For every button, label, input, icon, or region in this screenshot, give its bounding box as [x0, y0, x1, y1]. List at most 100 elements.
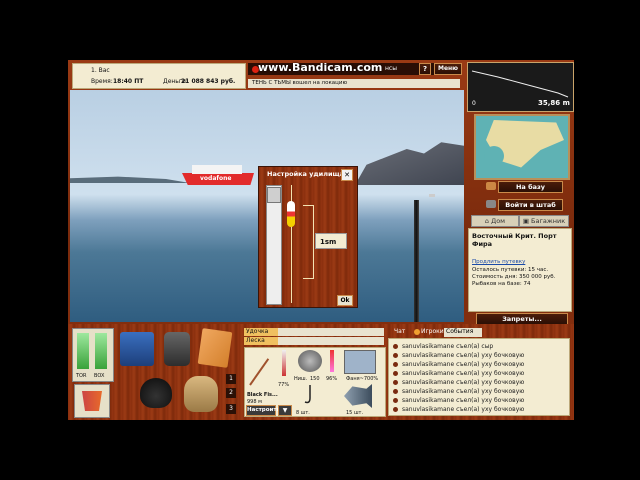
help-button[interactable]: ?: [419, 63, 431, 75]
slot-number-1[interactable]: 1: [226, 374, 236, 384]
depth-bracket: [303, 205, 314, 279]
menu-button[interactable]: Меню: [434, 63, 462, 75]
luggage-tab-label: Багажник: [531, 217, 566, 225]
to-base-button[interactable]: На базу: [498, 181, 563, 193]
event-icon: [393, 353, 398, 358]
bandicam-watermark: www.Bandicam.com: [258, 61, 383, 74]
depth-value-box: 1sm: [315, 233, 347, 249]
tab-home[interactable]: ⌂ Дом: [471, 215, 519, 227]
money-value: 21 088 843 руб.: [181, 78, 236, 85]
status-bars: TOR BOX: [72, 328, 114, 382]
event-icon: [393, 389, 398, 394]
chat-row-text: sanuvlasikamane съел(а) уху бочковую: [402, 397, 525, 404]
event-icon: [393, 344, 398, 349]
chat-tabs: Чат Игроки События: [388, 328, 572, 337]
chat-row: sanuvlasikamane съел(а) сыр: [393, 342, 565, 351]
rod-wear-bar: [282, 350, 286, 376]
chat-row-text: sanuvlasikamane съел(а) уху бочковую: [402, 379, 525, 386]
enter-hq-label: Войти в штаб: [505, 201, 556, 209]
dialog-title: Настройка удилища: [267, 170, 345, 178]
line-progress-bar: [278, 337, 384, 345]
setup-button[interactable]: Настроить: [246, 405, 280, 416]
slot-number-3[interactable]: 3: [226, 404, 236, 414]
event-icon: [393, 407, 398, 412]
depth-value: 35,86 m: [538, 99, 570, 107]
float-bobber-icon: [287, 201, 295, 227]
fishers-count: Рыбаков на базе: 74: [472, 281, 531, 287]
island-cliffs: [355, 142, 464, 185]
chat-row-text: sanuvlasikamane съел(а) сыр: [402, 343, 494, 350]
backpack-icon[interactable]: [164, 332, 190, 366]
reel-wear-bar: [330, 350, 334, 372]
tab-rod[interactable]: Удочка: [244, 328, 278, 336]
chat-row: sanuvlasikamane съел(а) уху бочковую: [393, 396, 565, 405]
chat-row-text: sanuvlasikamane съел(а) уху бочковую: [402, 388, 525, 395]
to-base-label: На базу: [515, 183, 546, 191]
map-lagoon: [484, 146, 504, 166]
chat-row: sanuvlasikamane съел(а) уху бочковую: [393, 351, 565, 360]
reel-label: Ниш.: [294, 376, 308, 382]
location-map[interactable]: [474, 114, 570, 180]
chat-log[interactable]: sanuvlasikamane съел(а) сыр sanuvlasikam…: [388, 338, 570, 416]
hq-small-icon: [486, 200, 496, 208]
rod-name: Black Fis...: [247, 392, 278, 398]
players-icon: [414, 329, 420, 335]
float-settings-dialog: Настройка удилища ✕ 1sm Ok: [258, 166, 358, 308]
home-tab-label: Дом: [491, 217, 506, 225]
chat-row: sanuvlasikamane съел(а) уху бочковую: [393, 387, 565, 396]
ferry-boat: vodafone: [182, 165, 254, 187]
depth-chart: 0 35,86 m: [467, 62, 574, 112]
rod-progress-bar: [278, 328, 384, 336]
bucket-icon[interactable]: [74, 384, 110, 418]
extend-permit-link[interactable]: Продлить путевку: [472, 259, 525, 265]
tab-events[interactable]: События: [444, 328, 482, 337]
hunger-bar: [77, 333, 89, 369]
event-icon: [393, 371, 398, 376]
enter-hq-button[interactable]: Войти в штаб: [498, 199, 563, 211]
rod-icon[interactable]: [249, 350, 274, 388]
slot-number-2[interactable]: 2: [226, 388, 236, 398]
cooking-pot-icon[interactable]: [140, 378, 172, 408]
notebook-icon[interactable]: [197, 328, 233, 368]
map-small-icon: [486, 182, 496, 190]
dialog-close-button[interactable]: ✕: [341, 169, 353, 181]
location-info: Восточный Крит. Порт Фира Продлить путев…: [468, 228, 572, 312]
player-info-box: 1. Вас Время: 18:40 ПТ Деньги: 21 088 84…: [72, 63, 246, 89]
chat-row: sanuvlasikamane съел(а) уху бочковую: [393, 360, 565, 369]
rod-percent: 77%: [278, 382, 290, 388]
depth-slider-track[interactable]: [266, 185, 282, 305]
chat-row: sanuvlasikamane съел(а) уху бочковую: [393, 369, 565, 378]
event-icon: [393, 380, 398, 385]
depth-min-label: 0: [472, 100, 476, 107]
tab-line[interactable]: Леска: [244, 337, 278, 345]
fish-count: 15 шт.: [346, 410, 364, 416]
bait-icon[interactable]: [344, 350, 376, 374]
location-title: Восточный Крит. Порт Фира: [472, 232, 557, 248]
chevron-down-icon: ▼: [282, 407, 288, 414]
rod-tip-marks: [429, 194, 435, 197]
distant-coast: [70, 176, 190, 183]
chat-row-text: sanuvlasikamane съел(а) уху бочковую: [402, 370, 525, 377]
permit-day-cost: Стоимость дня: 350 000 руб.: [472, 274, 556, 280]
fishing-rod: [414, 200, 419, 322]
tab-chat[interactable]: Чат: [394, 328, 405, 335]
setup-dropdown-button[interactable]: ▼: [278, 405, 292, 416]
tab-bonus[interactable]: нсы: [385, 65, 397, 72]
hook-count: 8 шт.: [296, 410, 310, 416]
reel-icon[interactable]: [298, 350, 322, 372]
event-icon: [393, 362, 398, 367]
bait-name: Фаня~700%: [346, 376, 379, 382]
tackle-box-icon[interactable]: [120, 332, 154, 366]
tab-players[interactable]: Игроки: [421, 328, 444, 335]
reel-value: 150: [310, 376, 320, 382]
depth-slider-thumb[interactable]: [267, 187, 281, 203]
luggage-icon: ▣: [522, 217, 532, 225]
bait-sack-icon[interactable]: [184, 376, 218, 412]
status-label-1: TOR: [76, 373, 87, 379]
chat-row-text: sanuvlasikamane съел(а) уху бочковую: [402, 361, 525, 368]
dialog-ok-button[interactable]: Ok: [337, 295, 353, 306]
hook-icon[interactable]: [302, 384, 318, 406]
event-icon: [393, 398, 398, 403]
time-value: 18:40 ПТ: [113, 78, 144, 85]
tab-luggage[interactable]: ▣ Багажник: [519, 215, 569, 227]
